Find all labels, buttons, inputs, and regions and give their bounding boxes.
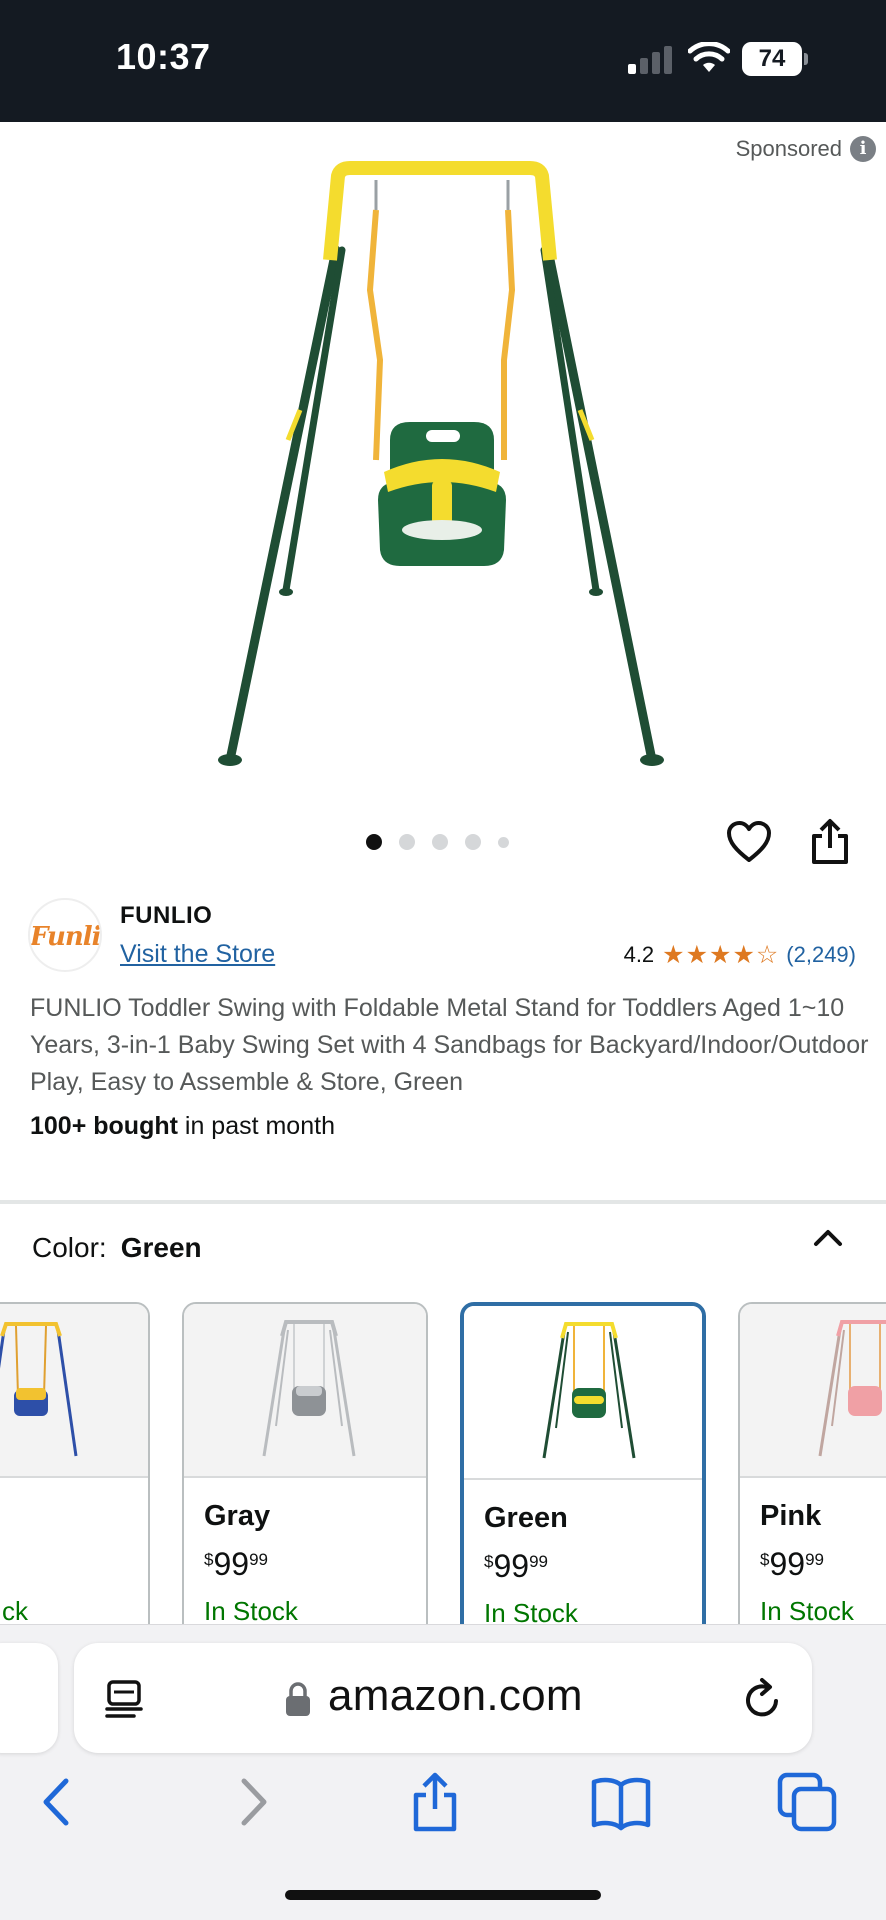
bookmarks-icon[interactable] bbox=[590, 1771, 652, 1833]
carousel-dot[interactable] bbox=[498, 836, 509, 848]
swatch-image bbox=[184, 1304, 426, 1478]
purchase-stat: 100+ bought in past month bbox=[30, 1112, 335, 1141]
carousel-dot[interactable] bbox=[465, 834, 481, 850]
swatch-image bbox=[0, 1304, 148, 1478]
visit-store-link[interactable]: Visit the Store bbox=[120, 940, 275, 969]
star-full-icon: ★ bbox=[662, 940, 685, 969]
star-full-icon: ★ bbox=[685, 940, 709, 969]
brand-logo[interactable]: Funlio bbox=[28, 898, 102, 972]
swatch-image bbox=[740, 1304, 886, 1478]
heart-icon[interactable] bbox=[726, 820, 772, 864]
swing-thumbnail bbox=[542, 1322, 636, 1459]
carousel-dot[interactable] bbox=[432, 834, 448, 850]
carousel-dot[interactable] bbox=[399, 834, 415, 850]
back-icon[interactable] bbox=[28, 1771, 90, 1833]
url-text[interactable]: amazon.com bbox=[328, 1671, 583, 1721]
swatch-name: Green bbox=[484, 1502, 568, 1534]
status-time: 10:37 bbox=[116, 36, 211, 77]
price-dollars: 99 bbox=[769, 1546, 806, 1582]
tabs-icon[interactable] bbox=[776, 1771, 838, 1833]
image-carousel-dots[interactable] bbox=[366, 834, 509, 850]
star-full-icon: ★ bbox=[709, 940, 732, 969]
price-dollars: 99 bbox=[493, 1548, 530, 1584]
star-rating: ★ ★ ★ ★ ☆ bbox=[662, 940, 779, 969]
browser-toolbar: amazon.com bbox=[0, 1624, 886, 1920]
color-selector-header[interactable]: Color: Green bbox=[32, 1232, 202, 1264]
star-full-icon: ★ bbox=[732, 940, 755, 969]
home-indicator bbox=[285, 1890, 601, 1900]
battery-level: 74 bbox=[758, 45, 786, 72]
status-bar: 10:37 74 bbox=[0, 0, 886, 122]
product-title[interactable]: FUNLIO Toddler Swing with Foldable Metal… bbox=[30, 990, 870, 1101]
swatch-price: $9999 bbox=[760, 1546, 824, 1583]
brand-name: FUNLIO bbox=[120, 902, 213, 929]
screen: 10:37 74 Sponsored i Funli FUNLIO Visit … bbox=[0, 0, 886, 1920]
swatch-price: $9999 bbox=[484, 1548, 548, 1585]
brand-logo-text: Funlio bbox=[30, 922, 101, 952]
swatch-stock: In Stock bbox=[760, 1596, 854, 1626]
page-menu-icon[interactable] bbox=[104, 1678, 144, 1720]
carousel-dot[interactable] bbox=[366, 834, 382, 850]
section-divider bbox=[0, 1200, 886, 1204]
color-option-green[interactable]: Green $9999 In Stock bbox=[460, 1302, 706, 1642]
swing-thumbnail bbox=[0, 1322, 78, 1457]
swing-thumbnail bbox=[818, 1320, 886, 1457]
address-bar[interactable]: amazon.com bbox=[74, 1643, 812, 1753]
price-symbol: $ bbox=[760, 1550, 770, 1569]
price-cents: 99 bbox=[529, 1552, 548, 1571]
previous-tab-preview[interactable] bbox=[0, 1643, 58, 1753]
share-sheet-icon[interactable] bbox=[404, 1771, 466, 1833]
purchase-period: in past month bbox=[177, 1112, 335, 1140]
chevron-up-icon[interactable] bbox=[812, 1226, 844, 1250]
price-cents: 99 bbox=[805, 1550, 824, 1569]
color-option-gray[interactable]: Gray $9999 In Stock bbox=[182, 1302, 428, 1642]
forward-icon[interactable] bbox=[220, 1771, 282, 1833]
price-symbol: $ bbox=[484, 1552, 494, 1571]
star-empty-icon: ☆ bbox=[755, 940, 779, 969]
wifi-icon bbox=[688, 42, 730, 72]
color-option-partial[interactable]: ck bbox=[0, 1302, 150, 1642]
swatch-stock: ck bbox=[2, 1596, 28, 1626]
lock-icon bbox=[286, 1682, 310, 1716]
swatch-name: Pink bbox=[760, 1500, 822, 1532]
share-icon[interactable] bbox=[810, 818, 850, 866]
battery-indicator: 74 bbox=[742, 42, 808, 76]
reload-icon[interactable] bbox=[742, 1677, 784, 1721]
rating-count[interactable]: (2,249) bbox=[786, 942, 856, 968]
color-option-pink[interactable]: Pink $9999 In Stock bbox=[738, 1302, 886, 1642]
price-dollars: 99 bbox=[213, 1546, 250, 1582]
swatch-image bbox=[464, 1306, 702, 1480]
sponsored-text: Sponsored bbox=[735, 136, 842, 161]
price-symbol: $ bbox=[204, 1550, 214, 1569]
info-icon[interactable]: i bbox=[850, 136, 876, 162]
product-image[interactable] bbox=[200, 160, 680, 770]
price-cents: 99 bbox=[249, 1550, 268, 1569]
rating-value: 4.2 bbox=[623, 942, 655, 967]
rating-summary[interactable]: 4.2 ★ ★ ★ ★ ☆ (2,249) bbox=[624, 942, 856, 968]
battery-cap bbox=[804, 53, 808, 65]
cellular-signal-icon bbox=[628, 46, 672, 74]
swatch-name: Gray bbox=[204, 1500, 271, 1532]
sponsored-label[interactable]: Sponsored i bbox=[736, 136, 876, 162]
swatch-stock: In Stock bbox=[204, 1596, 298, 1626]
selected-color: Green bbox=[120, 1232, 202, 1263]
swing-thumbnail bbox=[262, 1320, 356, 1457]
purchase-count: 100+ bought bbox=[30, 1112, 178, 1140]
swatch-price: $9999 bbox=[204, 1546, 268, 1583]
color-label: Color: bbox=[32, 1232, 107, 1263]
